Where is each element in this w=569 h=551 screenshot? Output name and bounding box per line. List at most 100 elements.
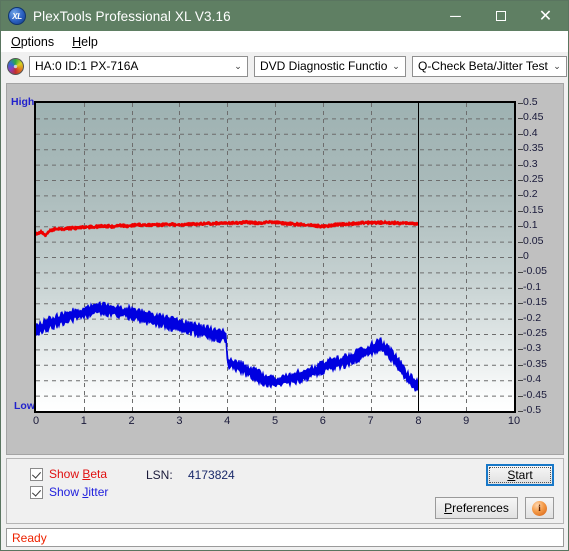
- menu-bar: Options Help: [1, 31, 568, 52]
- title-bar: XL PlexTools Professional XL V3.16 ─ ✕: [1, 1, 568, 31]
- y-tick-mark: [518, 257, 523, 258]
- x-tick-label: 9: [463, 415, 470, 427]
- info-icon: i: [532, 500, 547, 516]
- chevron-down-icon: ⌄: [234, 60, 242, 71]
- info-button[interactable]: i: [525, 497, 554, 519]
- start-button-inner: Start: [489, 467, 551, 483]
- y-tick-label: -0.4: [523, 373, 542, 386]
- show-beta-suffix: eta: [90, 467, 108, 481]
- y-tick-mark: [518, 164, 523, 166]
- menu-help-rest: elp: [81, 34, 98, 49]
- preferences-suffix: references: [452, 501, 509, 515]
- minimize-button[interactable]: ─: [433, 1, 478, 31]
- menu-options-rest: ptions: [20, 34, 55, 49]
- show-beta-row[interactable]: Show Beta: [30, 467, 107, 481]
- start-suffix: tart: [515, 468, 533, 482]
- drive-select-value: HA:0 ID:1 PX-716A: [35, 59, 139, 73]
- menu-item-options[interactable]: Options: [3, 33, 62, 51]
- y-tick-mark: [518, 226, 523, 228]
- menu-help-accel: H: [72, 34, 82, 49]
- x-tick-label: 8: [415, 415, 422, 427]
- x-tick-label: 7: [367, 415, 374, 427]
- y-tick-mark: [518, 210, 523, 212]
- preferences-accel: P: [444, 501, 453, 515]
- toolbar: HA:0 ID:1 PX-716A ⌄ DVD Diagnostic Funct…: [1, 52, 568, 80]
- y-tick-label: -0.3: [523, 342, 542, 355]
- x-tick-label: 3: [176, 415, 183, 427]
- y-tick-mark: [518, 334, 523, 335]
- y-tick-label: 0.5: [523, 96, 538, 108]
- y-tick-label: 0.05: [523, 234, 544, 247]
- status-bar: Ready: [6, 528, 564, 547]
- chevron-down-icon: ⌄: [392, 60, 400, 71]
- y-tick-label: 0.45: [523, 111, 544, 124]
- show-jitter-prefix: Show: [49, 485, 83, 499]
- y-tick-label: -0.5: [523, 404, 542, 416]
- status-text: Ready: [12, 530, 47, 545]
- y-tick-mark: [518, 303, 523, 305]
- y-tick-label: -0.1: [523, 280, 542, 293]
- maximize-icon: [495, 11, 506, 21]
- show-jitter-row[interactable]: Show Jitter: [30, 485, 108, 499]
- function-select[interactable]: DVD Diagnostic Functions ⌄: [254, 55, 406, 77]
- plextools-window: XL PlexTools Professional XL V3.16 ─ ✕ O…: [0, 0, 569, 551]
- axis-label-low: Low: [14, 400, 35, 412]
- start-button[interactable]: Start: [486, 464, 554, 486]
- lsn-label: LSN:: [146, 468, 173, 482]
- preferences-label: Preferences: [444, 501, 509, 515]
- test-select[interactable]: Q-Check Beta/Jitter Test ⌄: [412, 55, 567, 77]
- x-tick-label: 4: [224, 415, 231, 427]
- maximize-button[interactable]: [478, 1, 523, 31]
- chart-panel: High Low 0 1 2 3 4 5 6 7 8 9 10 0.5 0.45 0.4 0.35 0.3 0…: [6, 83, 564, 455]
- y-tick-label: 0.35: [523, 142, 544, 155]
- app-logo-icon: XL: [8, 7, 26, 25]
- start-accel: S: [507, 468, 516, 482]
- y-tick-mark: [518, 241, 523, 243]
- y-tick-mark: [518, 318, 523, 320]
- y-tick-label: -0.35: [523, 357, 547, 370]
- y-tick-label: 0.15: [523, 203, 544, 216]
- show-beta-prefix: Show: [49, 467, 83, 481]
- show-jitter-label: Show Jitter: [49, 485, 108, 499]
- show-beta-checkbox[interactable]: [30, 467, 43, 481]
- y-tick-mark: [518, 287, 523, 289]
- y-tick-label: -0.45: [523, 388, 547, 401]
- preferences-button[interactable]: Preferences: [435, 497, 518, 519]
- show-jitter-checkbox[interactable]: [30, 485, 43, 499]
- y-tick-mark: [518, 272, 523, 274]
- x-tick-label: 10: [507, 415, 521, 427]
- y-tick-label: -0.2: [523, 311, 542, 324]
- window-controls: ─ ✕: [433, 1, 568, 31]
- lsn-value: 4173824: [188, 468, 235, 482]
- y-tick-label: 0.25: [523, 173, 544, 185]
- menu-item-help[interactable]: Help: [64, 33, 106, 51]
- drive-select[interactable]: HA:0 ID:1 PX-716A ⌄: [29, 55, 248, 77]
- y-tick-label: 0.3: [523, 157, 538, 170]
- y-tick-mark: [518, 195, 523, 197]
- window-title: PlexTools Professional XL V3.16: [33, 8, 231, 24]
- y-tick-mark: [518, 118, 523, 120]
- y-tick-mark: [518, 364, 523, 366]
- y-tick-mark: [518, 380, 523, 382]
- close-button[interactable]: ✕: [523, 1, 568, 31]
- y-tick-label: 0: [523, 250, 529, 262]
- y-tick-mark: [518, 103, 523, 104]
- plot-svg: [36, 103, 514, 411]
- menu-options-accel: O: [11, 34, 21, 49]
- show-jitter-suffix: itter: [88, 485, 109, 499]
- y-tick-label: -0.05: [523, 265, 547, 278]
- disc-icon: [7, 57, 24, 75]
- y-tick-mark: [518, 133, 523, 135]
- x-tick-label: 0: [32, 415, 40, 427]
- x-tick-label: 5: [271, 415, 279, 427]
- show-beta-label: Show Beta: [49, 467, 107, 481]
- x-tick-label: 2: [128, 415, 135, 427]
- axis-label-high: High: [11, 96, 35, 108]
- beta-jitter-plot: [34, 101, 516, 413]
- y-tick-mark: [518, 411, 523, 412]
- y-tick-mark: [518, 180, 523, 181]
- y-tick-mark: [518, 149, 523, 151]
- chevron-down-icon: ⌄: [553, 60, 561, 71]
- function-select-value: DVD Diagnostic Functions: [260, 59, 387, 73]
- y-tick-mark: [518, 395, 523, 397]
